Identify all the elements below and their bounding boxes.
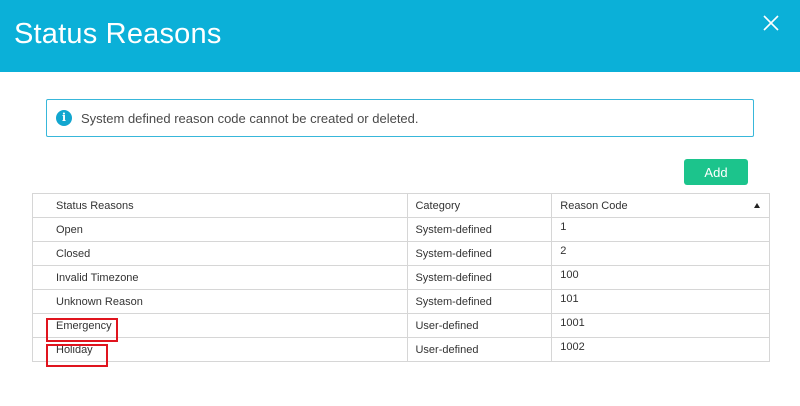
category-cell: User-defined <box>407 337 553 362</box>
category-cell: User-defined <box>407 313 553 338</box>
reason-code-cell: 1 <box>551 217 770 242</box>
status-reason-cell: Emergency <box>31 313 409 338</box>
close-icon[interactable] <box>762 14 780 32</box>
modal-header: Status Reasons <box>0 0 800 72</box>
table-row[interactable]: Emergency User-defined 1001 <box>31 313 770 338</box>
info-icon: i <box>56 110 72 126</box>
info-alert: i System defined reason code cannot be c… <box>46 99 754 137</box>
column-header-status-reasons[interactable]: Status Reasons <box>31 193 409 218</box>
status-reason-cell: Open <box>31 217 409 242</box>
status-reason-cell: Holiday <box>31 337 409 362</box>
column-header-reason-code[interactable]: Reason Code <box>551 193 770 218</box>
column-header-category[interactable]: Category <box>407 193 553 218</box>
category-cell: System-defined <box>407 241 553 266</box>
table-header-row: Status Reasons Category Reason Code <box>31 193 770 218</box>
reason-code-cell: 1001 <box>551 313 770 338</box>
alert-text: System defined reason code cannot be cre… <box>81 111 419 126</box>
table-row[interactable]: Invalid Timezone System-defined 100 <box>31 265 770 290</box>
page-title: Status Reasons <box>14 18 222 50</box>
table-row[interactable]: Open System-defined 1 <box>31 217 770 242</box>
status-reasons-table: Status Reasons Category Reason Code Open… <box>31 193 770 362</box>
reason-code-cell: 2 <box>551 241 770 266</box>
status-reason-cell: Unknown Reason <box>31 289 409 314</box>
column-header-label: Reason Code <box>560 199 628 212</box>
category-cell: System-defined <box>407 265 553 290</box>
status-reason-cell: Invalid Timezone <box>31 265 409 290</box>
reason-code-cell: 101 <box>551 289 770 314</box>
reason-code-cell: 1002 <box>551 337 770 362</box>
category-cell: System-defined <box>407 217 553 242</box>
reason-code-cell: 100 <box>551 265 770 290</box>
table-row[interactable]: Holiday User-defined 1002 <box>31 337 770 362</box>
category-cell: System-defined <box>407 289 553 314</box>
status-reason-cell: Closed <box>31 241 409 266</box>
table-row[interactable]: Unknown Reason System-defined 101 <box>31 289 770 314</box>
table-row[interactable]: Closed System-defined 2 <box>31 241 770 266</box>
sort-ascending-icon[interactable] <box>754 203 760 208</box>
add-button[interactable]: Add <box>684 159 748 185</box>
